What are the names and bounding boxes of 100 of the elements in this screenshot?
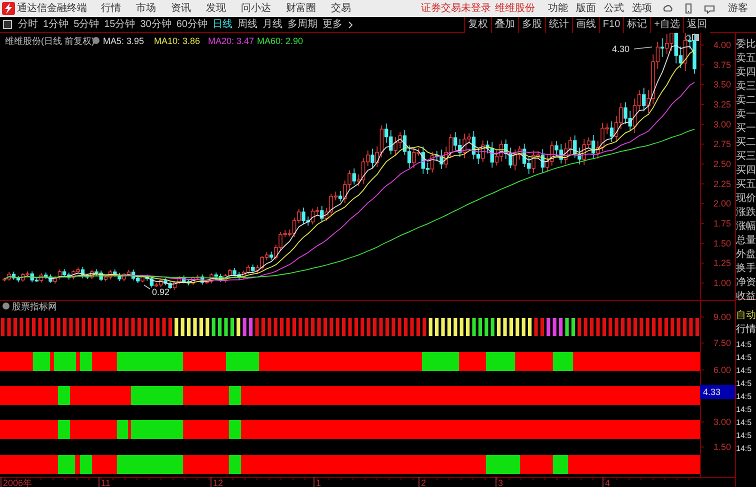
menu-item[interactable]: 版面 (576, 1, 596, 16)
quote-field-label: 买三 (736, 150, 756, 164)
axis-label: 2006年 (3, 478, 32, 487)
quote-field-label: 买一 (736, 122, 756, 136)
trade-time: 14:5 (736, 417, 753, 429)
tool-button[interactable]: 统计 (544, 16, 572, 32)
axis-label: 1.75 (713, 218, 731, 228)
menu-item[interactable]: 公式 (604, 1, 624, 16)
period-tab[interactable]: 周线 (238, 17, 258, 32)
quote-field-label: 换手 (736, 262, 756, 276)
axis-label: 1.50 (713, 238, 731, 248)
axis-label: 2.25 (713, 178, 731, 189)
axis-label: 3.25 (713, 100, 731, 110)
tool-button[interactable]: +自选 (650, 16, 683, 32)
message-icon[interactable] (704, 3, 715, 14)
leader-line (634, 46, 652, 50)
axis-label: 3.00 (713, 119, 731, 130)
trade-time: 14:5 (736, 352, 753, 364)
axis-label: 4 (605, 478, 610, 487)
cloud-icon[interactable] (662, 3, 673, 14)
period-tab[interactable]: 1分钟 (43, 17, 69, 32)
moving-average-label: MA60: 2.90 (257, 36, 304, 46)
axis-label: 1.25 (713, 258, 731, 268)
phone-icon[interactable] (683, 3, 694, 14)
axis-label: 2.50 (713, 158, 731, 169)
quote-field-label: 卖二 (736, 94, 756, 108)
axis-label: 3.50 (713, 80, 731, 90)
trade-time: 14:5 (736, 339, 753, 351)
tool-button[interactable]: 叠加 (490, 16, 518, 32)
trade-time: 14:5 (736, 391, 753, 403)
trade-time: 14:5 (736, 378, 753, 390)
quote-field-label: 现价 (736, 192, 756, 206)
quote-field-label: 卖五 (736, 52, 756, 66)
axis-label: 3 (498, 478, 504, 487)
diamond-icon (684, 34, 692, 42)
quote-field-label: 涨跌 (736, 206, 756, 220)
stock-name-link[interactable]: 维维股份 (495, 1, 535, 16)
quote-field-label: 净资 (736, 276, 756, 290)
chevron-icon[interactable] (348, 20, 352, 28)
axis-label: 7.50 (713, 338, 731, 348)
period-tab[interactable]: 日线 (212, 17, 232, 32)
period-tab[interactable]: 5分钟 (74, 17, 100, 32)
axis-label: 2.75 (713, 139, 731, 150)
period-tab[interactable]: 15分钟 (104, 17, 136, 32)
quote-field-label: 委比 (736, 38, 756, 52)
quote-field-label: 卖一 (736, 108, 756, 122)
axis-label: 9.00 (713, 312, 731, 322)
high-price-label: 4.30 (612, 44, 630, 54)
menu-item[interactable]: 选项 (632, 1, 652, 16)
axis-label: 3.00 (713, 417, 731, 427)
menu-item[interactable]: 财富圈 (286, 1, 316, 16)
axis-label: 2 (421, 478, 426, 487)
menu-item[interactable]: 问小达 (241, 1, 271, 16)
period-tab[interactable]: 更多 (322, 17, 342, 32)
axis-label: 12 (213, 478, 224, 487)
window-icon (692, 34, 699, 41)
menu-item[interactable]: 行情 (101, 1, 121, 16)
period-tab[interactable]: 月线 (262, 17, 282, 32)
period-tab[interactable]: 分时 (18, 17, 38, 32)
gear-icon (92, 37, 100, 44)
tool-button[interactable]: 多股 (518, 16, 545, 32)
menu-item[interactable]: 资讯 (171, 1, 191, 16)
menu-item[interactable]: 功能 (548, 1, 568, 16)
quote-field-label: 买二 (736, 136, 756, 150)
period-tab[interactable]: 60分钟 (176, 17, 208, 32)
trade-time: 14:5 (736, 404, 753, 416)
menu-item[interactable]: 发现 (206, 1, 226, 16)
tool-button[interactable]: 画线 (572, 16, 599, 32)
moving-average-label: MA5: 3.95 (103, 36, 144, 46)
axis-label: 1.50 (713, 442, 731, 452)
quote-tab[interactable]: 行情 (736, 323, 756, 337)
gear-icon (2, 302, 10, 310)
period-tab[interactable]: 多周期 (288, 17, 318, 32)
moving-average-label: MA10: 3.86 (154, 36, 200, 46)
axis-label: 2.00 (713, 198, 731, 209)
quote-field-label: 买四 (736, 164, 756, 178)
mode-label[interactable]: 自动 (736, 309, 756, 323)
tool-button[interactable]: 标记 (623, 16, 650, 32)
panel-toggle-icon[interactable] (3, 20, 12, 29)
moving-average-label: MA20: 3.47 (208, 36, 254, 46)
quote-field-label: 卖三 (736, 80, 756, 94)
period-tab[interactable]: 30分钟 (140, 17, 172, 32)
axis-label: 4.00 (713, 40, 731, 50)
leader-line (144, 284, 150, 290)
tool-button[interactable]: 返回 (683, 16, 710, 32)
menu-item[interactable]: 交易 (331, 1, 351, 16)
app-title: 通达信金融终端 (17, 2, 87, 16)
axis-label: 11 (101, 478, 110, 487)
menu-item[interactable]: 市场 (136, 1, 156, 16)
axis-label: 6.00 (713, 365, 731, 375)
login-status-link[interactable]: 证券交易未登录 (421, 1, 491, 16)
quote-field-label: 卖四 (736, 66, 756, 80)
user-label[interactable]: 游客 (728, 1, 748, 16)
tool-button[interactable]: F10 (598, 16, 624, 32)
axis-label: 3.75 (713, 60, 731, 70)
trade-time: 14:5 (736, 443, 753, 455)
tool-button[interactable]: 复权 (464, 16, 491, 32)
app-logo-icon (2, 2, 15, 15)
low-price-label: 0.92 (152, 287, 170, 297)
quote-field-label: 涨幅 (736, 220, 756, 234)
